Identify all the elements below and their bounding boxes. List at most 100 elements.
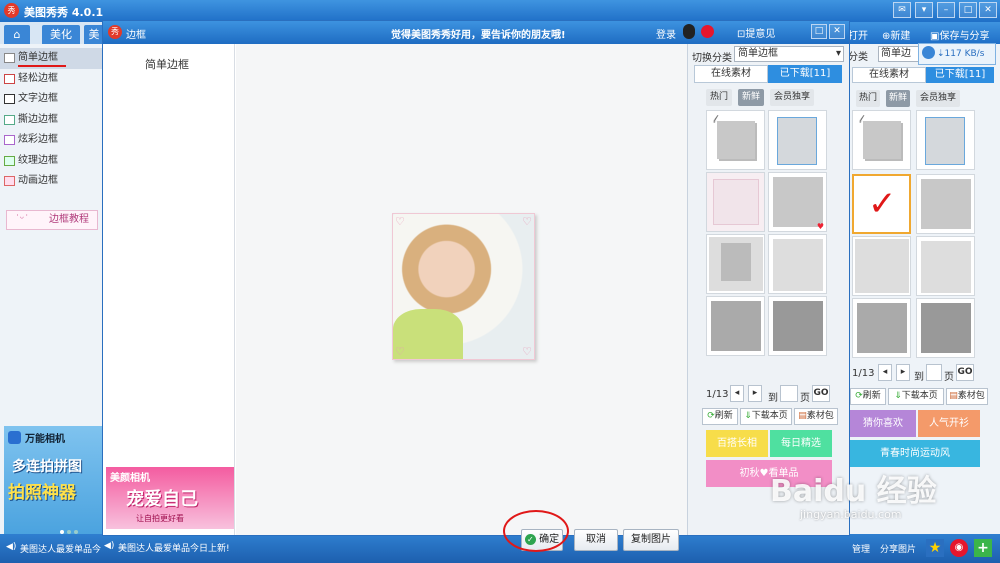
filter-hot[interactable]: 热门: [706, 89, 732, 106]
star-icon[interactable]: ★: [926, 539, 944, 557]
download-page-button[interactable]: ⇓下载本页: [888, 388, 944, 405]
border-item-text[interactable]: 文字边框: [0, 89, 103, 110]
refresh-button[interactable]: ⟳刷新: [702, 408, 738, 425]
tutorial-label: 边框教程: [49, 214, 89, 225]
share-image-button[interactable]: 分享图片: [880, 542, 916, 555]
border-tutorial-button[interactable]: ˙ᵕ˙ 边框教程: [6, 210, 98, 230]
material-pack-button[interactable]: ▤素材包: [946, 388, 988, 405]
frame-thumb[interactable]: 𝓁: [852, 110, 911, 170]
frame-thumb[interactable]: [706, 296, 765, 356]
menu-icon[interactable]: ▾: [915, 2, 933, 18]
weibo-icon[interactable]: ◉: [950, 539, 968, 557]
copy-image-button[interactable]: 复制图片: [623, 529, 679, 551]
frame-thumb[interactable]: [706, 234, 765, 294]
tab-downloaded[interactable]: 已下载[11]: [926, 67, 994, 83]
app-title: 美图秀秀 4.0.1: [24, 6, 104, 19]
beauty-camera-ad[interactable]: 美颜相机 宠爱自己 让自拍更好看: [106, 467, 234, 529]
filter-hot[interactable]: 热门: [856, 90, 880, 107]
save-share-button[interactable]: ▣保存与分享: [930, 27, 989, 42]
save-share-label: 保存与分享: [939, 31, 990, 42]
goto-label: 到: [768, 393, 778, 404]
filter-new[interactable]: 新鲜: [738, 89, 764, 106]
promo-popular-cardigan[interactable]: 人气开衫: [918, 410, 980, 437]
frame-thumb[interactable]: [768, 234, 827, 294]
border-item-animation[interactable]: 动画边框: [0, 171, 103, 192]
feedback-icon[interactable]: ✉: [893, 2, 911, 18]
open-button[interactable]: 打开: [848, 27, 868, 42]
border-item-simple[interactable]: 简单边框: [0, 48, 103, 69]
manage-button[interactable]: 管理: [852, 542, 870, 555]
tab-more[interactable]: 美: [84, 25, 104, 44]
border-icon: [4, 53, 15, 63]
tab-downloaded[interactable]: 已下载[11]: [768, 65, 842, 83]
refresh-button[interactable]: ⟳刷新: [850, 388, 886, 405]
tab-online-materials[interactable]: 在线素材: [694, 65, 768, 83]
close-icon[interactable]: ✕: [979, 2, 997, 18]
dialog-maximize-icon[interactable]: □: [811, 24, 827, 39]
filter-new[interactable]: 新鲜: [886, 90, 910, 107]
tab-beautify[interactable]: 美化: [42, 25, 80, 44]
add-icon[interactable]: +: [974, 539, 992, 557]
border-item-colorful[interactable]: 炫彩边框: [0, 130, 103, 151]
cancel-button[interactable]: 取消: [574, 529, 618, 551]
carousel-dots[interactable]: [60, 526, 84, 534]
promo-youth-sport[interactable]: 青春时尚运动风: [850, 440, 980, 467]
border-item-texture[interactable]: 纹理边框: [0, 151, 103, 172]
border-item-label: 纹理边框: [18, 154, 58, 166]
frame-thumb-selected[interactable]: ✓: [852, 174, 911, 234]
next-page-icon[interactable]: ▸: [896, 364, 910, 381]
status-news[interactable]: 美图达人最爱单品今: [20, 542, 101, 555]
frame-thumb[interactable]: [768, 296, 827, 356]
border-item-easy[interactable]: 轻松边框: [0, 69, 103, 90]
tab-online-materials[interactable]: 在线素材: [852, 67, 926, 83]
weibo-icon[interactable]: [701, 25, 714, 38]
frame-thumb[interactable]: [916, 174, 975, 234]
frame-thumb[interactable]: [916, 110, 975, 170]
maximize-icon[interactable]: □: [959, 2, 977, 18]
heart-corner-icon: ♡: [395, 345, 405, 358]
qq-icon[interactable]: [683, 24, 695, 39]
frame-thumb[interactable]: 𝓁: [706, 110, 765, 170]
promo-daily-picks[interactable]: 每日精选: [770, 430, 832, 457]
ad-slogan: 宠爱自己: [126, 489, 198, 510]
dialog-speaker-icon: ◀): [104, 541, 115, 551]
speaker-icon: ◀): [6, 542, 17, 552]
category-label: 切换分类: [692, 53, 732, 64]
page-input[interactable]: [926, 364, 942, 381]
go-button[interactable]: GO: [956, 364, 974, 381]
filter-vip[interactable]: 会员独享: [916, 90, 960, 107]
go-button[interactable]: GO: [812, 385, 830, 402]
new-button[interactable]: ⊕新建: [882, 27, 910, 42]
frame-thumb[interactable]: [916, 298, 975, 358]
promo-versatile[interactable]: 百搭长相: [706, 430, 768, 457]
prev-page-icon[interactable]: ◂: [730, 385, 744, 402]
download-page-button[interactable]: ⇓下载本页: [740, 408, 792, 425]
category-select[interactable]: 简单边: [878, 46, 920, 62]
login-link[interactable]: 登录: [656, 26, 676, 41]
feedback-button[interactable]: ⊡提意见: [737, 25, 775, 40]
material-pack-button[interactable]: ▤素材包: [794, 408, 838, 425]
frame-thumb[interactable]: [852, 298, 911, 358]
frame-thumb[interactable]: ♥: [768, 172, 827, 232]
frame-thumb[interactable]: [916, 236, 975, 296]
border-item-torn[interactable]: 撕边边框: [0, 110, 103, 131]
home-tab-icon[interactable]: ⌂: [4, 25, 30, 44]
page-input[interactable]: [780, 385, 798, 402]
prev-page-icon[interactable]: ◂: [878, 364, 892, 381]
border-item-label: 简单边框: [18, 52, 58, 63]
dialog-close-icon[interactable]: ✕: [829, 24, 845, 39]
frame-thumb[interactable]: [768, 110, 827, 170]
filter-vip[interactable]: 会员独享: [770, 89, 814, 106]
preview-canvas: ♡ ♡ ♡ ♡ ✓ 确定 取消 复制图片: [236, 44, 687, 552]
next-page-icon[interactable]: ▸: [748, 385, 762, 402]
frame-thumb[interactable]: [706, 172, 765, 232]
left-tab-bar: ⌂ 美化 美: [0, 22, 104, 44]
promo-guess-you-like[interactable]: 猜你喜欢: [850, 410, 916, 437]
minimize-icon[interactable]: –: [937, 2, 955, 18]
frame-thumb[interactable]: [852, 236, 911, 296]
app-logo-icon: 秀: [4, 3, 19, 18]
dialog-status-news[interactable]: 美图达人最爱单品今日上新!: [118, 541, 230, 554]
camera-ad-banner[interactable]: 万能相机 多连拍拼图 拍照神器: [4, 426, 102, 534]
share-banner[interactable]: 觉得美图秀秀好用，要告诉你的朋友哦!: [391, 26, 566, 41]
category-select[interactable]: 简单边框 ▾: [734, 46, 844, 62]
